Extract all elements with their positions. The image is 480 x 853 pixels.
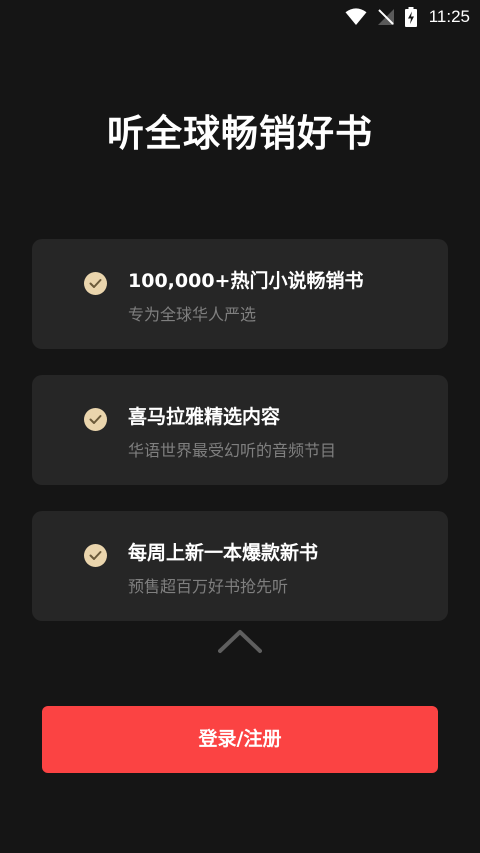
check-circle-icon <box>84 272 107 295</box>
status-icons: 11:25 <box>345 6 470 28</box>
feature-title: 每周上新一本爆款新书 <box>128 542 319 564</box>
feature-card-hot-novels: 100,000+热门小说畅销书 专为全球华人严选 <box>32 239 448 349</box>
no-signal-icon <box>377 8 395 26</box>
chevron-up-icon[interactable] <box>218 628 262 654</box>
feature-subtitle: 华语世界最受幻听的音频节目 <box>128 441 337 460</box>
battery-charging-icon <box>404 7 417 27</box>
feature-title: 100,000+热门小说畅销书 <box>128 270 364 292</box>
status-time: 11:25 <box>428 7 470 26</box>
status-bar: 11:25 <box>0 0 480 34</box>
feature-card-weekly-new-book: 每周上新一本爆款新书 预售超百万好书抢先听 <box>32 511 448 621</box>
feature-subtitle: 预售超百万好书抢先听 <box>128 577 289 596</box>
feature-title: 喜马拉雅精选内容 <box>128 406 281 428</box>
feature-card-curated-content: 喜马拉雅精选内容 华语世界最受幻听的音频节目 <box>32 375 448 485</box>
wifi-icon <box>345 8 367 26</box>
check-circle-icon <box>84 408 107 431</box>
feature-subtitle: 专为全球华人严选 <box>128 305 257 324</box>
check-circle-icon <box>84 544 107 567</box>
login-register-button[interactable]: 登录/注册 <box>42 706 438 773</box>
page-title: 听全球畅销好书 <box>107 112 373 155</box>
